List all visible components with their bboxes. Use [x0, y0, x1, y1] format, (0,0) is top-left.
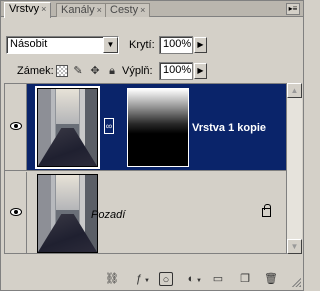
visibility-toggle[interactable] — [5, 172, 27, 253]
scroll-up-button[interactable]: ▲ — [287, 83, 302, 98]
chain-link-icon[interactable]: ∞ — [104, 118, 114, 134]
lock-label: Zámek: — [17, 65, 54, 77]
close-icon[interactable]: × — [140, 5, 145, 15]
chevron-down-icon[interactable]: ▼ — [103, 37, 118, 53]
visibility-toggle[interactable] — [5, 84, 27, 170]
layer-thumbnail[interactable] — [35, 86, 100, 169]
fill-slider-button[interactable]: ▶ — [194, 63, 207, 79]
layer-style-icon[interactable]: ƒ ▼ — [132, 272, 150, 286]
scroll-down-button[interactable]: ▼ — [287, 239, 302, 254]
new-group-icon[interactable]: ▭ — [211, 272, 225, 286]
layers-panel: Vrstvy × Kanály × Cesty × ▸≡ Násobit ▼ Kryt… — [0, 0, 304, 291]
layer-mask-thumbnail[interactable] — [127, 88, 189, 167]
tab-strip: Vrstvy × Kanály × Cesty × ▸≡ — [1, 1, 303, 18]
tab-channels-label: Kanály — [61, 4, 95, 16]
scrollbar[interactable]: ▲ ▼ — [286, 83, 302, 254]
lock-transparency-icon[interactable] — [56, 65, 68, 77]
tab-paths[interactable]: Cesty × — [105, 3, 151, 17]
adjustment-layer-icon[interactable]: ◐ ▼ — [184, 272, 202, 286]
tab-layers[interactable]: Vrstvy × — [4, 2, 52, 18]
blend-mode-select[interactable]: Násobit ▼ — [6, 36, 119, 54]
link-icon[interactable]: ⛓︎ — [105, 272, 119, 286]
tab-channels[interactable]: Kanály × — [56, 3, 107, 17]
fill-input[interactable]: 100% — [159, 62, 193, 80]
lock-brush-icon[interactable]: ✎ — [72, 65, 84, 77]
eye-icon — [10, 208, 22, 216]
opacity-input[interactable]: 100% — [159, 36, 193, 54]
layer-name[interactable]: Pozadí — [91, 209, 125, 222]
lock-move-icon[interactable]: ✥ — [89, 65, 101, 77]
resize-grip[interactable] — [291, 277, 301, 287]
lock-all-icon[interactable]: 🔒︎ — [106, 65, 118, 77]
tab-paths-label: Cesty — [110, 4, 139, 16]
trash-icon[interactable]: 🗑︎ — [264, 272, 278, 286]
eye-icon — [10, 122, 22, 130]
add-mask-icon[interactable]: ○ — [159, 272, 173, 286]
layer-row[interactable]: Pozadí — [5, 172, 287, 254]
opacity-label: Krytí: — [129, 39, 155, 51]
fill-label: Výplň: — [122, 65, 153, 77]
layers-list: ∞ Vrstva 1 kopie Pozadí — [4, 83, 287, 254]
panel-menu-icon: ▸≡ — [288, 4, 298, 13]
blend-mode-value: Násobit — [10, 38, 48, 50]
lock-icon — [262, 204, 271, 217]
layers-toolbar: ⛓︎ ƒ ▼ ○ ◐ ▼ ▭ ❐ 🗑︎ — [1, 269, 303, 289]
close-icon[interactable]: × — [97, 5, 102, 15]
layer-row[interactable]: ∞ Vrstva 1 kopie — [5, 84, 287, 171]
panel-menu-button[interactable]: ▸≡ — [286, 3, 300, 15]
new-layer-icon[interactable]: ❐ — [238, 272, 252, 286]
tab-layers-label: Vrstvy — [9, 3, 40, 15]
opacity-slider-button[interactable]: ▶ — [194, 37, 207, 53]
close-icon[interactable]: × — [41, 4, 46, 14]
layer-name[interactable]: Vrstva 1 kopie — [192, 122, 266, 135]
layer-thumbnail[interactable] — [37, 174, 98, 253]
